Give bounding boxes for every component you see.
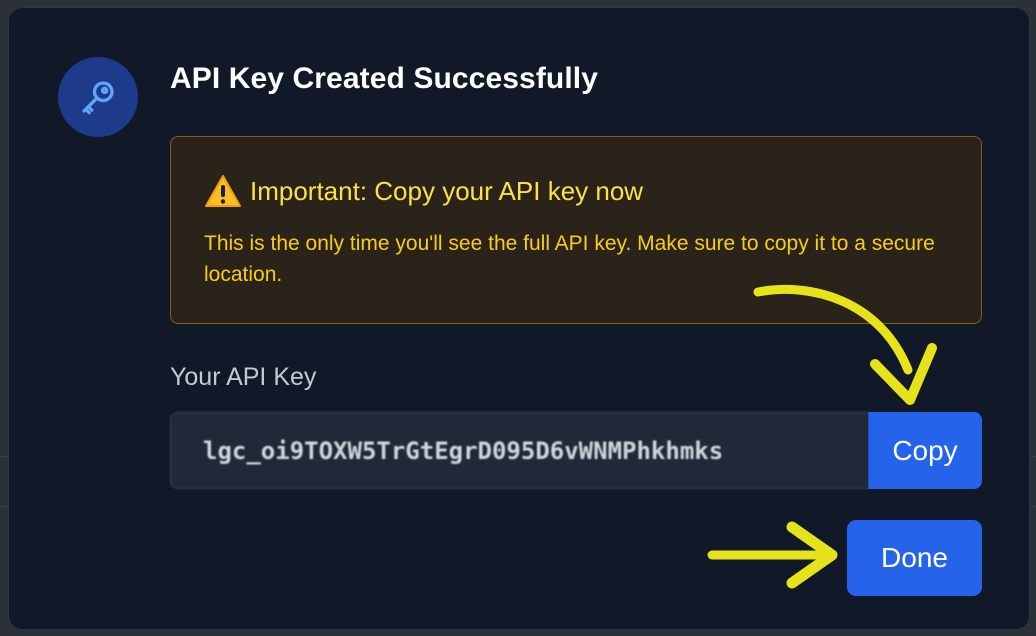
dialog-title: API Key Created Successfully — [170, 62, 598, 95]
api-key-label: Your API Key — [170, 363, 317, 391]
done-button[interactable]: Done — [847, 520, 982, 596]
key-icon-badge — [58, 57, 138, 137]
warning-box: Important: Copy your API key now This is… — [170, 136, 982, 324]
api-key-dialog: API Key Created Successfully Important: … — [8, 7, 1030, 630]
warning-title: Important: Copy your API key now — [250, 175, 644, 206]
api-key-input[interactable] — [170, 412, 868, 489]
warning-icon — [205, 175, 241, 207]
warning-header: Important: Copy your API key now — [204, 174, 643, 208]
copy-button[interactable]: Copy — [868, 412, 982, 489]
key-icon — [82, 81, 114, 115]
warning-message: This is the only time you'll see the ful… — [204, 232, 935, 286]
api-key-field-group: Copy — [170, 412, 982, 489]
